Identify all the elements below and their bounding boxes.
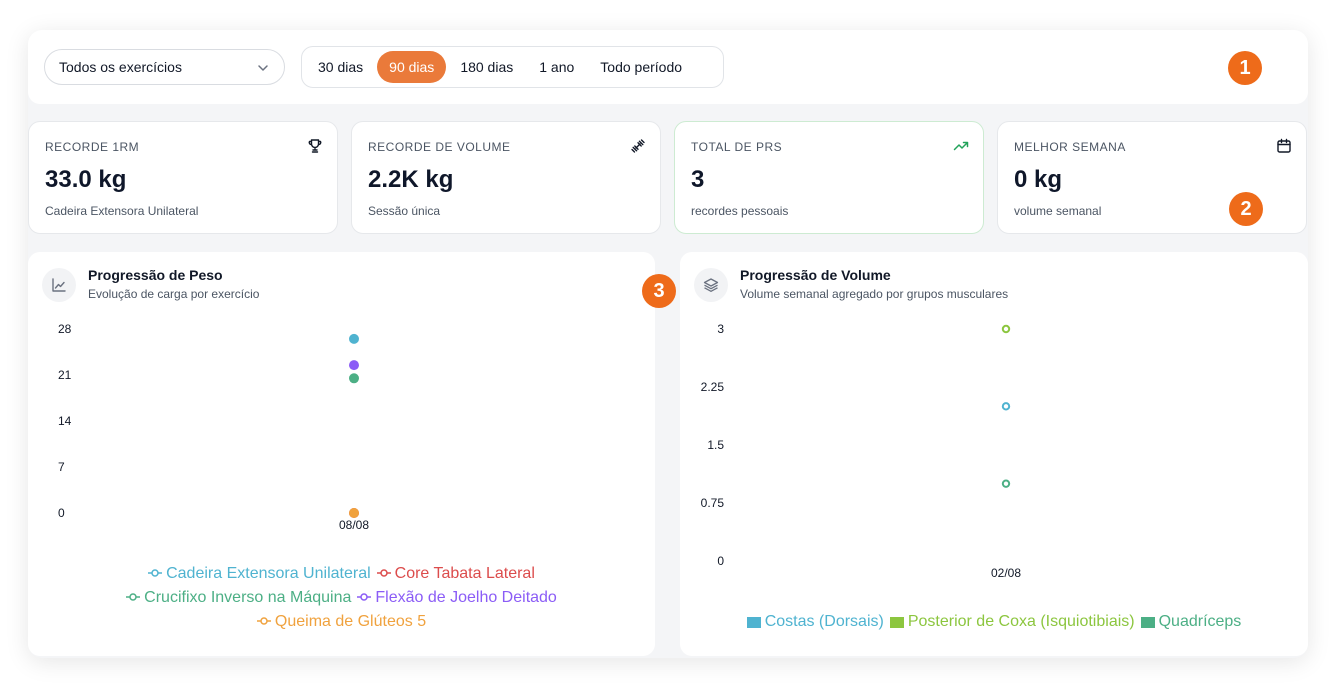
y-tick-label: 3: [717, 322, 724, 336]
y-tick-label: 2.25: [701, 380, 725, 394]
legend-marker: [148, 562, 163, 586]
legend-marker: [376, 562, 391, 586]
stat-card-1rm: RECORDE 1RM 33.0 kg Cadeira Extensora Un…: [28, 121, 338, 234]
period-1-year[interactable]: 1 ano: [527, 51, 586, 83]
y-tick-label: 0: [717, 554, 724, 568]
y-tick-label: 0.75: [701, 496, 725, 510]
stat-subtitle: recordes pessoais: [691, 204, 789, 218]
trending-up-icon: [953, 141, 969, 151]
data-point: [349, 508, 359, 518]
legend-item[interactable]: Costas (Dorsais): [746, 610, 884, 634]
stat-label: RECORDE DE VOLUME: [368, 140, 511, 154]
exercise-select-value: Todos os exercícios: [59, 59, 182, 75]
data-point: [1001, 324, 1011, 334]
x-tick-label: 08/08: [339, 518, 369, 532]
legend-marker: [1140, 616, 1155, 628]
stat-subtitle: Sessão única: [368, 204, 441, 218]
stat-card-total-prs: TOTAL DE PRS 3 recordes pessoais: [674, 121, 984, 234]
legend-label: Core Tabata Lateral: [394, 565, 535, 582]
legend-marker: [889, 616, 904, 628]
stat-value: 3: [691, 166, 705, 193]
legend-label: Posterior de Coxa (Isquiotibiais): [907, 613, 1135, 630]
dashboard-frame: Todos os exercícios 30 dias 90 dias 180 …: [28, 30, 1308, 658]
step-badge-2: 2: [1229, 192, 1263, 226]
y-tick-label: 1.5: [707, 438, 724, 452]
weight-chart-legend: Cadeira Extensora Unilateral Core Tabata …: [28, 562, 655, 634]
stat-card-best-week: MELHOR SEMANA 0 kg volume semanal 2: [997, 121, 1307, 234]
volume-progression-card: Progressão de Volume Volume semanal agre…: [680, 252, 1308, 656]
stat-subtitle: Cadeira Extensora Unilateral: [45, 204, 199, 218]
legend-label: Crucifixo Inverso na Máquina: [144, 589, 352, 606]
period-90-days[interactable]: 90 dias: [377, 51, 447, 83]
stat-label: RECORDE 1RM: [45, 140, 140, 154]
chevron-down-icon: [258, 65, 268, 71]
period-selector: 30 dias 90 dias 180 dias 1 ano Todo perí…: [301, 46, 724, 88]
stat-value: 0 kg: [1014, 166, 1063, 193]
dumbbell-icon: [631, 139, 645, 153]
data-point: [1001, 479, 1011, 488]
step-badge-1: 1: [1228, 51, 1262, 85]
stat-subtitle: volume semanal: [1014, 204, 1102, 218]
stat-label: TOTAL DE PRS: [691, 140, 783, 154]
data-point: [349, 373, 359, 384]
legend-item[interactable]: Posterior de Coxa (Isquiotibiais): [889, 610, 1135, 634]
legend-label: Cadeira Extensora Unilateral: [166, 565, 371, 582]
legend-marker: [746, 616, 761, 628]
volume-scatter-plot: 0 0.75 1.5 2.25 3 02/08: [701, 322, 1022, 580]
trophy-icon: [308, 139, 322, 153]
x-tick-label: 02/08: [991, 566, 1021, 580]
period-180-days[interactable]: 180 dias: [448, 51, 525, 83]
stat-value: 2.2K kg: [368, 166, 454, 193]
data-point: [349, 360, 359, 371]
legend-item[interactable]: Quadríceps: [1140, 610, 1242, 634]
weight-progression-card: Progressão de Peso Evolução de carga por…: [28, 252, 655, 656]
weight-scatter-plot: 0 7 14 21 28 08/08: [58, 322, 369, 532]
y-tick-label: 7: [58, 460, 65, 474]
y-tick-label: 0: [58, 506, 65, 520]
legend-item[interactable]: Flexão de Joelho Deitado: [357, 586, 557, 610]
legend-label: Queima de Glúteos 5: [274, 613, 427, 630]
volume-chart-legend: Costas (Dorsais) Posterior de Coxa (Isqui…: [680, 610, 1308, 636]
legend-label: Flexão de Joelho Deitado: [375, 589, 557, 606]
period-30-days[interactable]: 30 dias: [306, 51, 375, 83]
y-tick-label: 28: [58, 322, 72, 336]
stat-label: MELHOR SEMANA: [1014, 140, 1126, 154]
stat-value: 33.0 kg: [45, 166, 127, 193]
legend-marker: [256, 610, 271, 634]
step-badge-3: 3: [642, 274, 676, 308]
legend-marker: [126, 586, 141, 610]
legend-item[interactable]: Queima de Glúteos 5: [256, 610, 427, 634]
legend-item[interactable]: Core Tabata Lateral: [376, 562, 535, 586]
legend-label: Costas (Dorsais): [764, 613, 884, 630]
calendar-icon: [1277, 138, 1291, 153]
filter-bar: Todos os exercícios 30 dias 90 dias 180 …: [28, 30, 1308, 104]
legend-item[interactable]: Crucifixo Inverso na Máquina: [126, 586, 351, 610]
legend-marker: [357, 586, 372, 610]
legend-label: Quadríceps: [1158, 613, 1242, 630]
legend-item[interactable]: Cadeira Extensora Unilateral: [148, 562, 371, 586]
y-tick-label: 14: [58, 414, 72, 428]
y-tick-label: 21: [58, 368, 72, 382]
data-point: [1001, 402, 1011, 411]
data-point: [349, 333, 359, 344]
period-all-time[interactable]: Todo período: [588, 51, 694, 83]
stat-card-volume: RECORDE DE VOLUME 2.2K kg Sessão única: [351, 121, 661, 234]
exercise-select[interactable]: Todos os exercícios: [44, 49, 285, 85]
